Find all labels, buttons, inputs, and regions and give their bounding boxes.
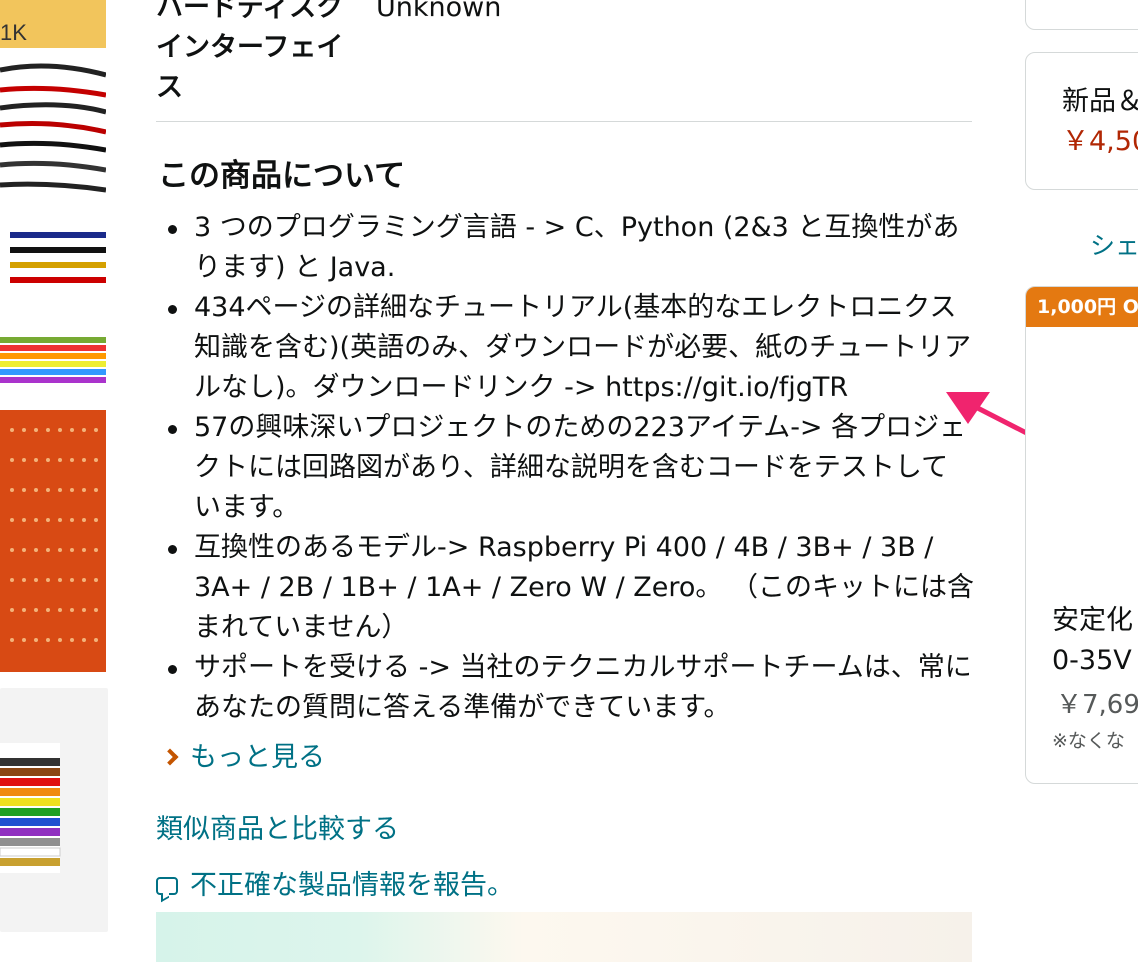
product-thumbnails[interactable]: 1K (0, 0, 110, 962)
sponsored-product-title[interactable]: 安定化 (1052, 601, 1133, 641)
product-image[interactable]: 1K (0, 0, 107, 672)
see-more-label: もっと見る (190, 742, 325, 773)
feature-bullets: 3 つのプログラミング言語 - > C、Python (2&3 と互換性がありま… (168, 208, 974, 728)
spec-row-hdd-interface: ハードディスク インターフェイ ス Unknown (156, 0, 972, 108)
sponsored-product-note: ※なくな (1052, 730, 1125, 752)
sponsored-product-spec: 0-35V (1052, 645, 1132, 676)
new-offers-label: 新品＆ (1062, 86, 1138, 117)
see-more-link[interactable]: もっと見る (161, 738, 325, 778)
feature-bullet: 434ページの詳細なチュートリアル(基本的なエレクトロニクス知識を含む)(英語の… (168, 288, 974, 408)
feature-bullet: サポートを受ける -> 当社のテクニカルサポートチームは、常にあなたの質問に答え… (168, 648, 974, 728)
spec-label: ハードディスク インターフェイ ス (156, 0, 356, 108)
feature-bullet: 互換性のあるモデル-> Raspberry Pi 400 / 4B / 3B+ … (168, 528, 974, 648)
resistor-color-chart (0, 743, 61, 873)
resistor-chart-thumbnail[interactable] (0, 688, 108, 932)
new-offers-card[interactable]: 新品＆ ￥4,50 (1025, 52, 1138, 190)
svg-text:1K: 1K (0, 20, 27, 45)
buybox-card-top (1025, 0, 1138, 30)
promo-banner[interactable] (156, 912, 972, 962)
feature-bullet: 57の興味深いプロジェクトのための223アイテム-> 各プロジェクトには回路図が… (168, 408, 974, 528)
about-title: この商品について (158, 158, 406, 194)
feature-bullet: 3 つのプログラミング言語 - > C、Python (2&3 と互換性がありま… (168, 208, 974, 288)
spec-label-line: インターフェイ (156, 32, 344, 63)
spec-label-line: ハードディスク (156, 0, 344, 23)
compare-similar-link[interactable]: 類似商品と比較する (156, 810, 399, 850)
section-divider (156, 121, 972, 122)
report-incorrect-info-link[interactable]: 不正確な製品情報を報告。 (156, 866, 514, 906)
share-link[interactable]: シェ (1090, 228, 1138, 264)
spec-value: Unknown (376, 0, 502, 23)
speech-bubble-icon (156, 877, 178, 895)
chevron-right-icon (161, 748, 179, 766)
coupon-badge: 1,000円 O (1026, 287, 1138, 327)
spec-label-line: ス (156, 72, 183, 103)
breadboard-kit-photo: 1K (0, 0, 107, 672)
sponsored-product-price: ￥7,69 (1056, 690, 1138, 720)
sponsored-product-card[interactable]: 1,000円 O 安定化 0-35V ￥7,69 ※なくな (1025, 286, 1138, 784)
new-offers-price: ￥4,50 (1062, 126, 1138, 157)
report-label: 不正確な製品情報を報告。 (190, 870, 514, 901)
